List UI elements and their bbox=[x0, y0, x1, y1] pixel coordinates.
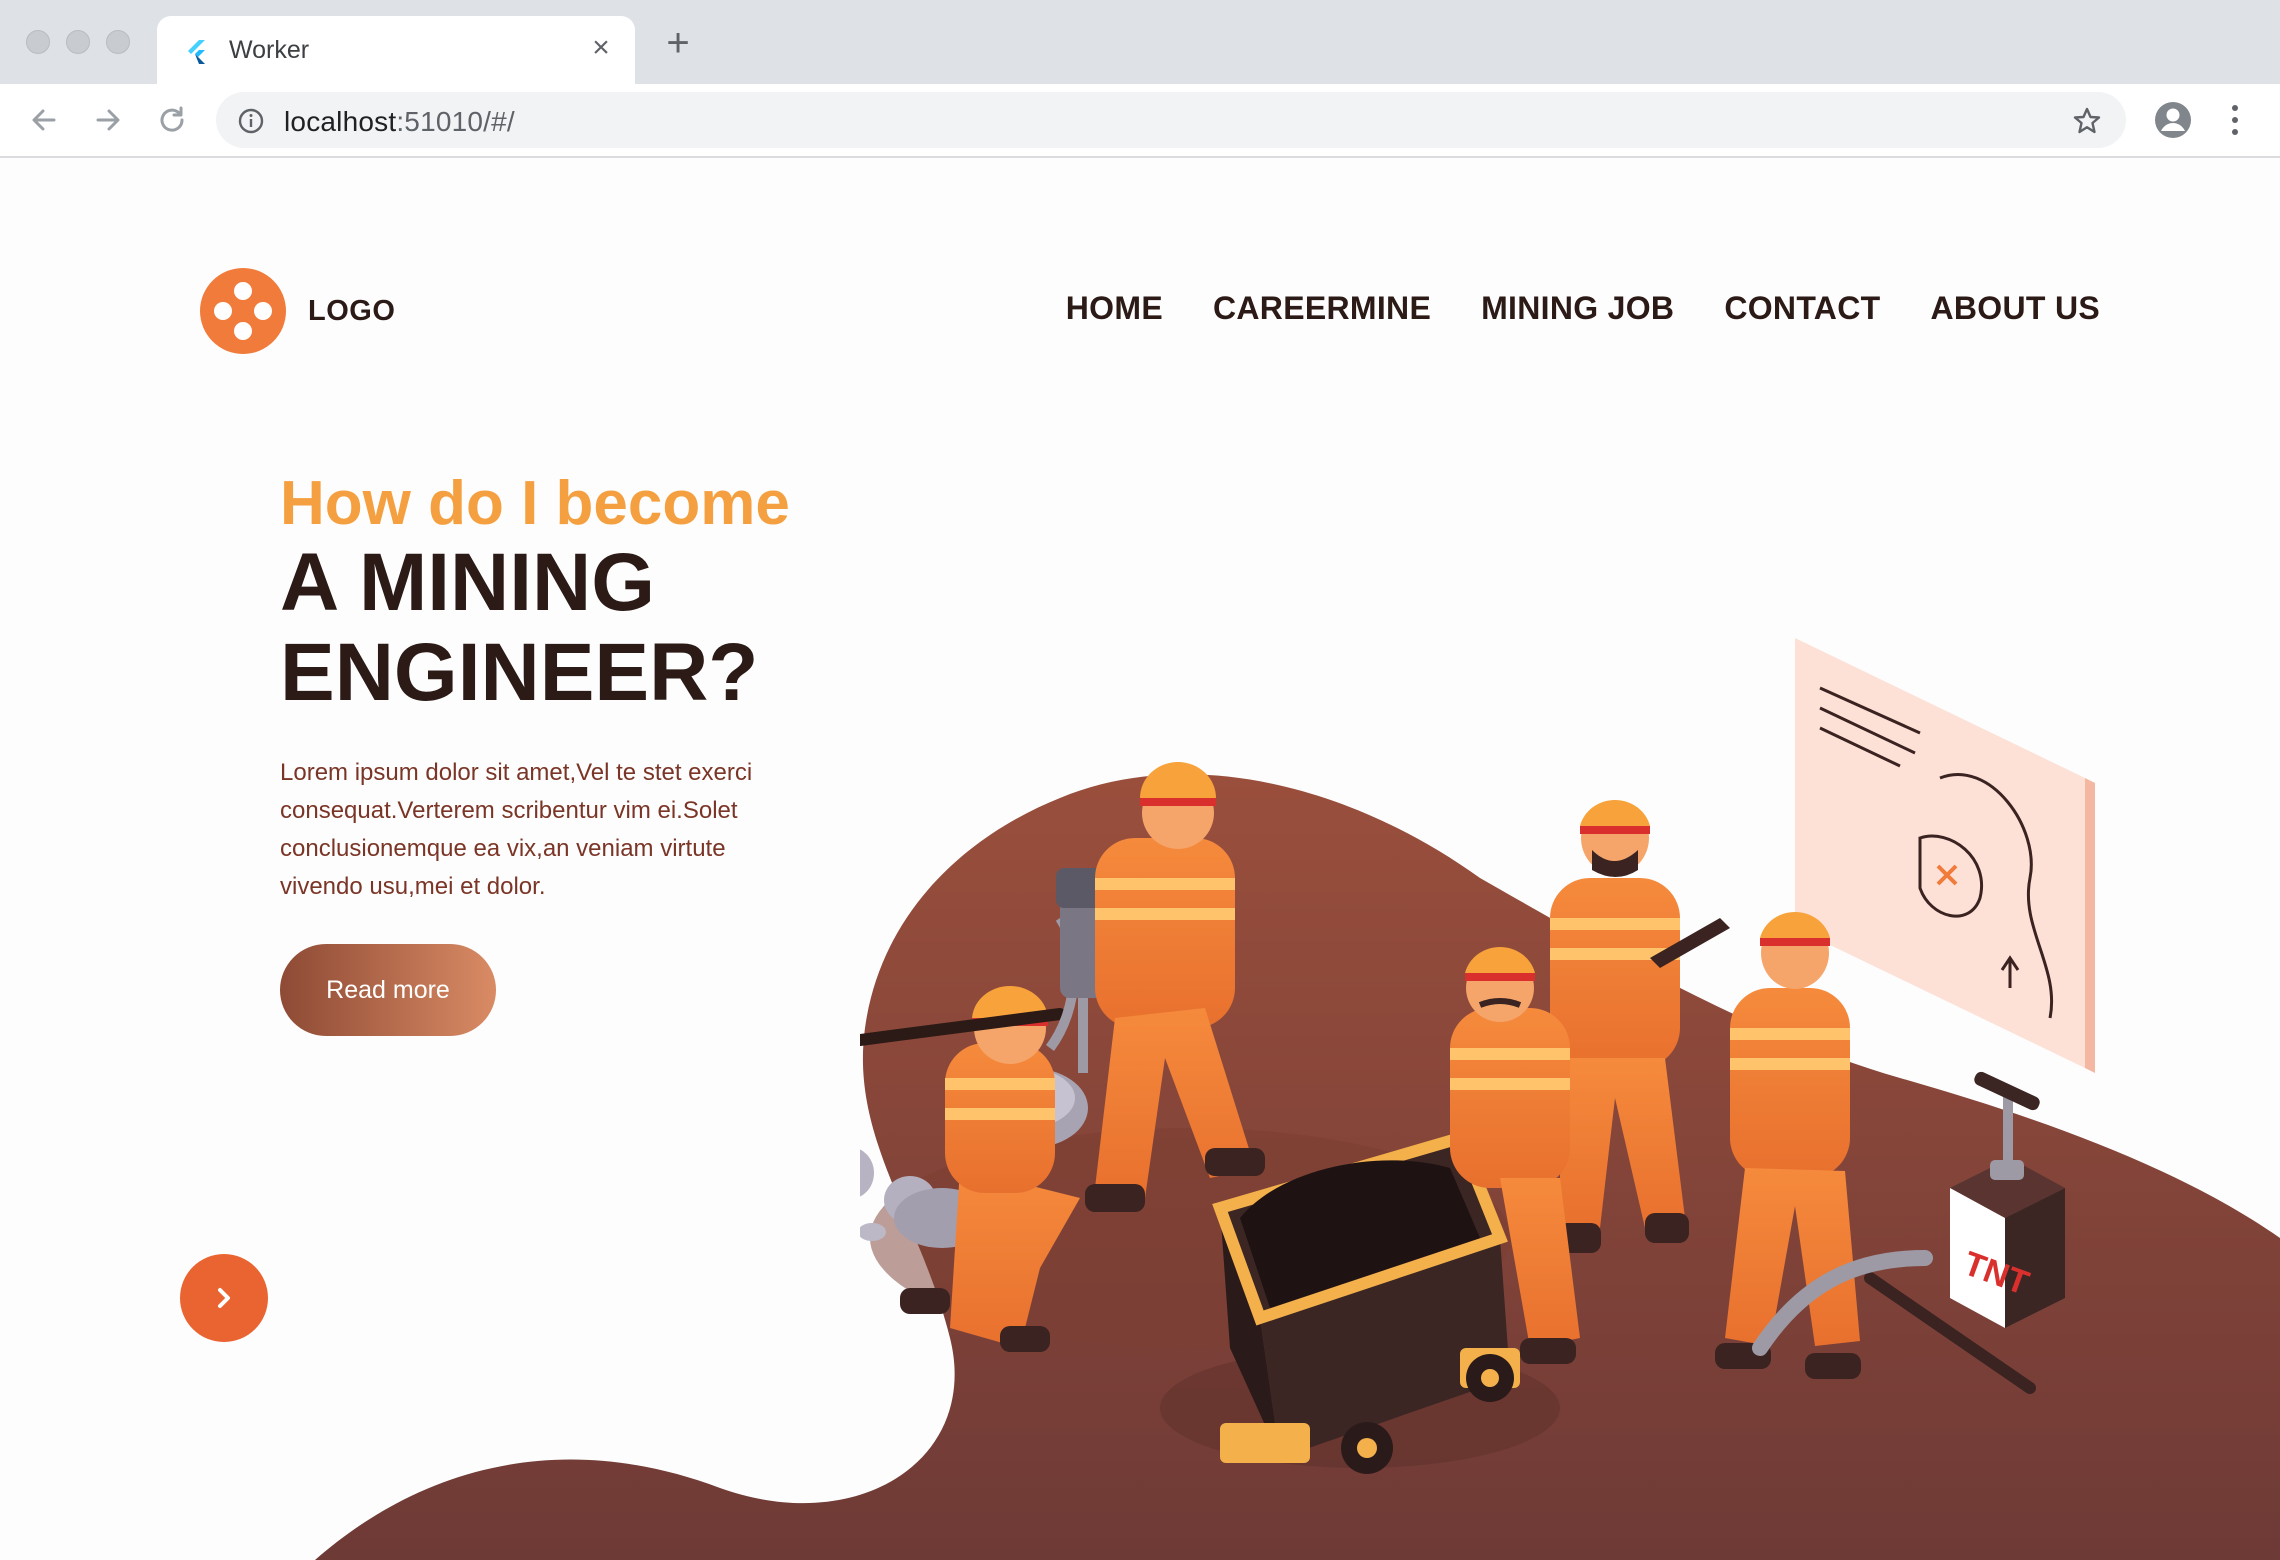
maximize-window-button[interactable] bbox=[106, 30, 130, 54]
mining-illustration: TNT bbox=[860, 638, 2095, 1474]
logo-text: LOGO bbox=[308, 294, 396, 327]
minimize-window-button[interactable] bbox=[66, 30, 90, 54]
main-nav: HOME CAREERMINE MINING JOB CONTACT ABOUT… bbox=[1066, 290, 2100, 327]
browser-chrome: Worker × + localhost:51010/#/ bbox=[0, 0, 2280, 158]
star-icon[interactable] bbox=[2072, 106, 2102, 136]
close-window-button[interactable] bbox=[26, 30, 50, 54]
nav-contact[interactable]: CONTACT bbox=[1724, 290, 1880, 327]
nav-home[interactable]: HOME bbox=[1066, 290, 1163, 327]
logo[interactable]: LOGO bbox=[200, 268, 395, 354]
nav-careermine[interactable]: CAREERMINE bbox=[1213, 290, 1431, 327]
forward-icon[interactable] bbox=[88, 100, 128, 140]
hero-description: Lorem ipsum dolor sit amet,Vel te stet e… bbox=[280, 759, 753, 900]
next-slide-button[interactable] bbox=[180, 1254, 268, 1342]
close-tab-icon[interactable]: × bbox=[585, 32, 617, 64]
tnt-detonator: TNT bbox=[1950, 1071, 2065, 1328]
nav-mining-job[interactable]: MINING JOB bbox=[1481, 290, 1674, 327]
reload-icon[interactable] bbox=[152, 100, 192, 140]
browser-tab[interactable]: Worker × bbox=[157, 16, 635, 84]
nav-about-us[interactable]: ABOUT US bbox=[1930, 290, 2100, 327]
url-text[interactable]: localhost:51010/#/ bbox=[284, 106, 515, 138]
address-bar[interactable]: localhost:51010/#/ bbox=[216, 92, 2126, 148]
page: LOGO HOME CAREERMINE MINING JOB CONTACT … bbox=[0, 158, 2280, 1560]
back-icon[interactable] bbox=[24, 100, 64, 140]
tab-bar: Worker × + bbox=[0, 0, 2280, 84]
tab-title: Worker bbox=[229, 36, 310, 64]
menu-icon[interactable] bbox=[2220, 102, 2250, 138]
logo-icon bbox=[200, 268, 286, 354]
miner-tablet bbox=[1550, 799, 1730, 1253]
new-tab-button[interactable]: + bbox=[660, 23, 696, 63]
info-icon[interactable] bbox=[238, 108, 264, 134]
profile-icon[interactable] bbox=[2153, 100, 2193, 140]
flutter-icon bbox=[188, 40, 205, 64]
chevron-right-icon bbox=[218, 1288, 230, 1308]
hero-subtitle: How do I become bbox=[280, 469, 790, 538]
browser-toolbar: localhost:51010/#/ bbox=[0, 84, 2280, 158]
read-more-button[interactable]: Read more bbox=[280, 944, 496, 1036]
